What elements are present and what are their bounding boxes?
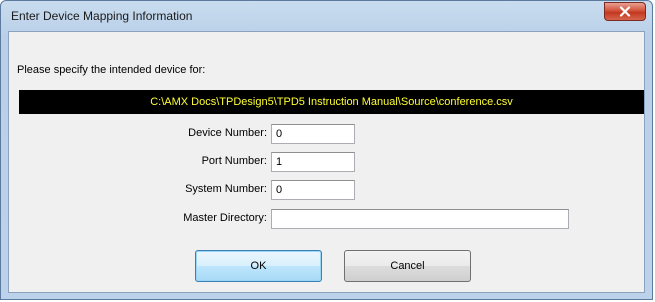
file-path-bar: C:\AMX Docs\TPDesign5\TPD5 Instruction M… [19,90,644,114]
close-icon [619,6,631,17]
prompt-text: Please specify the intended device for: [17,64,206,76]
file-path: C:\AMX Docs\TPDesign5\TPD5 Instruction M… [150,96,513,108]
ok-button-label: OK [250,260,267,272]
master-directory-input[interactable] [271,209,569,229]
ok-button[interactable]: OK [195,250,322,282]
port-number-label: Port Number: [201,155,267,167]
dialog-body: Please specify the intended device for: … [8,31,645,293]
close-button[interactable] [604,2,646,21]
title-bar[interactable]: Enter Device Mapping Information [1,1,652,31]
port-number-input[interactable] [271,152,355,172]
cancel-button-label: Cancel [390,260,425,272]
system-number-label: System Number: [185,183,267,195]
window-title: Enter Device Mapping Information [11,9,193,23]
master-directory-label: Master Directory: [183,212,267,224]
dialog-window: Enter Device Mapping Information Please … [0,0,653,300]
device-number-input[interactable] [271,124,355,144]
cancel-button[interactable]: Cancel [344,250,471,282]
system-number-input[interactable] [271,180,355,200]
device-number-label: Device Number: [188,127,267,139]
